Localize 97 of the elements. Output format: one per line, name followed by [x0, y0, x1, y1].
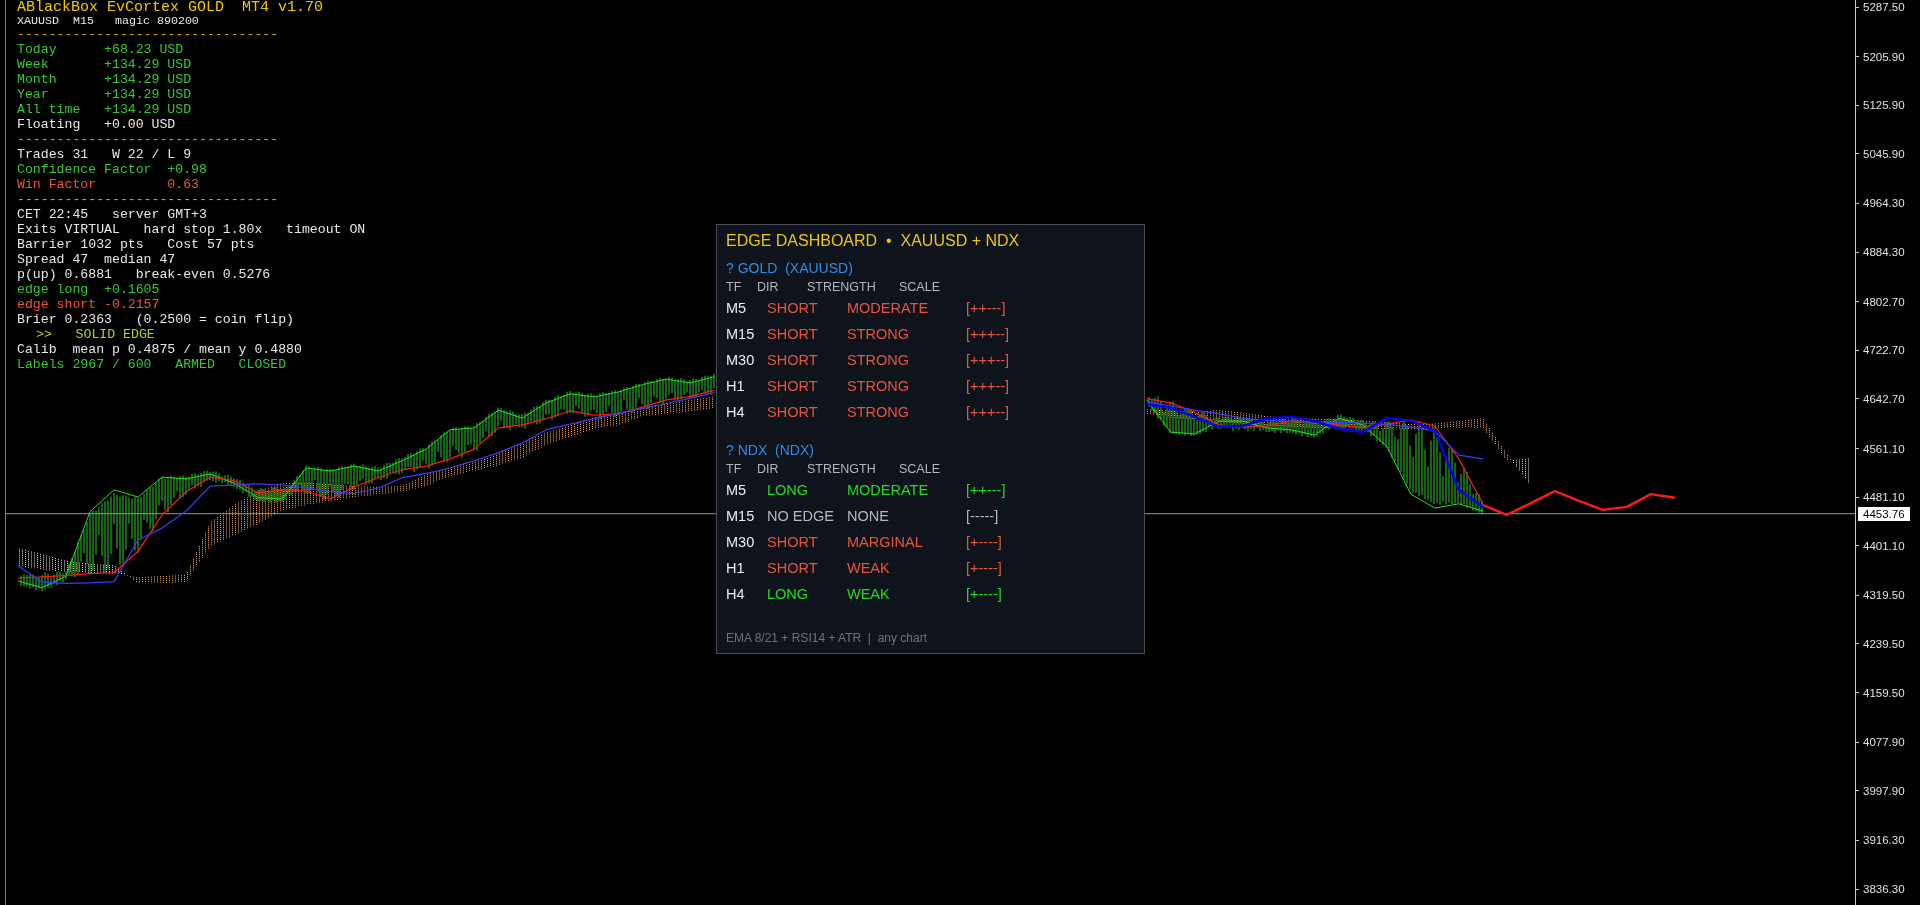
direction-label: SHORT: [767, 378, 818, 394]
strength-label: STRONG: [847, 352, 910, 368]
column-header: TF: [726, 279, 742, 295]
stat-line: Calib mean p 0.4875 / mean y 0.4880: [17, 342, 302, 357]
stat-line: All time +134.29 USD: [17, 102, 192, 117]
price-label: 4319.50: [1856, 588, 1905, 603]
stat-line: Spread 47 median 47: [17, 252, 176, 267]
stat-line: Month +134.29 USD: [17, 72, 192, 87]
direction-label: SHORT: [767, 560, 818, 576]
direction-label: LONG: [767, 586, 809, 602]
stat-line: Confidence Factor +0.98: [17, 162, 207, 177]
price-label: 5287.50: [1856, 0, 1905, 14]
stat-line: Labels 2967 / 600 ARMED CLOSED: [17, 357, 287, 372]
strength-label: WEAK: [847, 586, 890, 602]
timeframe-label: M5: [726, 482, 747, 498]
price-label: 4884.30: [1856, 245, 1905, 259]
scale-label: [+----]: [966, 586, 1002, 602]
expert-title: ABlackBox EvCortex GOLD MT4 v1.70: [17, 0, 324, 15]
timeframe-label: M15: [726, 326, 755, 342]
section-heading: ? GOLD (XAUUSD): [726, 259, 853, 277]
strength-label: NONE: [847, 508, 889, 524]
column-header: SCALE: [899, 279, 940, 295]
column-header: TF: [726, 461, 742, 477]
stat-line: Week +134.29 USD: [17, 57, 192, 72]
timeframe-label: H1: [726, 560, 745, 576]
scale-label: [+----]: [966, 534, 1002, 550]
dashed-separator: ---------------------------------: [17, 27, 279, 42]
stat-line: Barrier 1032 pts Cost 57 pts: [17, 237, 255, 252]
stat-line: Exits VIRTUAL hard stop 1.80x timeout ON: [17, 222, 366, 237]
column-header: STRENGTH: [807, 461, 876, 477]
price-label: 3916.30: [1856, 833, 1905, 848]
scale-label: [-----]: [966, 508, 999, 524]
strength-label: STRONG: [847, 404, 910, 420]
price-label: 5205.90: [1856, 49, 1905, 64]
price-label: 4401.10: [1856, 538, 1905, 553]
price-label: 3836.30: [1856, 882, 1905, 896]
scale-label: [+++--]: [966, 326, 1010, 342]
dashed-separator: ---------------------------------: [17, 192, 279, 207]
strength-label: MARGINAL: [847, 534, 923, 550]
column-header: DIR: [757, 279, 779, 295]
stat-line: p(up) 0.6881 break-even 0.5276: [17, 267, 271, 282]
stat-line: Trades 31 W 22 / L 9: [17, 147, 192, 162]
stat-line: edge short -0.2157: [17, 297, 160, 312]
direction-label: SHORT: [767, 326, 818, 342]
price-label: 4722.70: [1856, 343, 1905, 358]
strength-label: STRONG: [847, 378, 910, 394]
stat-line: Brier 0.2363 (0.2500 = coin flip): [17, 312, 294, 327]
column-header: SCALE: [899, 461, 940, 477]
price-label: 4561.10: [1856, 441, 1905, 456]
dashed-separator: ---------------------------------: [17, 132, 279, 147]
current-price-label: 4453.76: [1858, 506, 1910, 521]
price-label: 4077.90: [1856, 735, 1905, 750]
column-header: STRENGTH: [807, 279, 876, 295]
section-heading: ? NDX (NDX): [726, 441, 814, 459]
stat-line: Year +134.29 USD: [17, 87, 192, 102]
stat-line: edge long +0.1605: [17, 282, 160, 297]
strength-label: MODERATE: [847, 300, 929, 316]
direction-label: SHORT: [767, 300, 818, 316]
price-label: 4239.50: [1856, 636, 1905, 651]
strength-label: WEAK: [847, 560, 890, 576]
scale-label: [++---]: [966, 300, 1006, 316]
price-label: 4159.50: [1856, 685, 1905, 700]
price-label: 5045.90: [1856, 146, 1905, 161]
stat-line: Floating +0.00 USD: [17, 117, 176, 132]
price-label: 4964.30: [1856, 196, 1905, 211]
direction-label: SHORT: [767, 404, 818, 420]
direction-label: SHORT: [767, 534, 818, 550]
strength-label: STRONG: [847, 326, 910, 342]
price-label: 3997.90: [1856, 783, 1905, 798]
scale-label: [+++--]: [966, 404, 1010, 420]
timeframe-label: H4: [726, 586, 745, 602]
timeframe-label: M30: [726, 352, 755, 368]
direction-label: LONG: [767, 482, 809, 498]
timeframe-label: H4: [726, 404, 745, 420]
timeframe-label: M30: [726, 534, 755, 550]
direction-label: NO EDGE: [767, 508, 834, 524]
symbol-info: XAUUSD M15 magic 890200: [17, 15, 199, 27]
price-label: 4802.70: [1856, 294, 1905, 309]
stat-line: CET 22:45 server GMT+3: [17, 207, 207, 222]
scale-label: [++---]: [966, 482, 1006, 498]
dashboard-footer: EMA 8/21 + RSI14 + ATR | any chart: [726, 630, 927, 646]
price-label: 4642.70: [1856, 391, 1905, 406]
column-header: DIR: [757, 461, 779, 477]
scale-label: [+++--]: [966, 352, 1010, 368]
strength-label: MODERATE: [847, 482, 929, 498]
timeframe-label: M15: [726, 508, 755, 524]
scale-label: [+----]: [966, 560, 1002, 576]
timeframe-label: M5: [726, 300, 747, 316]
price-label: 4481.10: [1856, 490, 1905, 505]
price-label: 5125.90: [1856, 98, 1905, 113]
timeframe-label: H1: [726, 378, 745, 394]
signal-line: >> SOLID EDGE: [36, 327, 155, 342]
scale-label: [+++--]: [966, 378, 1010, 394]
dashboard-title: EDGE DASHBOARD • XAUUSD + NDX: [726, 232, 1020, 250]
stat-line: Today +68.23 USD: [17, 42, 184, 57]
direction-label: SHORT: [767, 352, 818, 368]
stat-line: Win Factor 0.63: [17, 177, 200, 192]
